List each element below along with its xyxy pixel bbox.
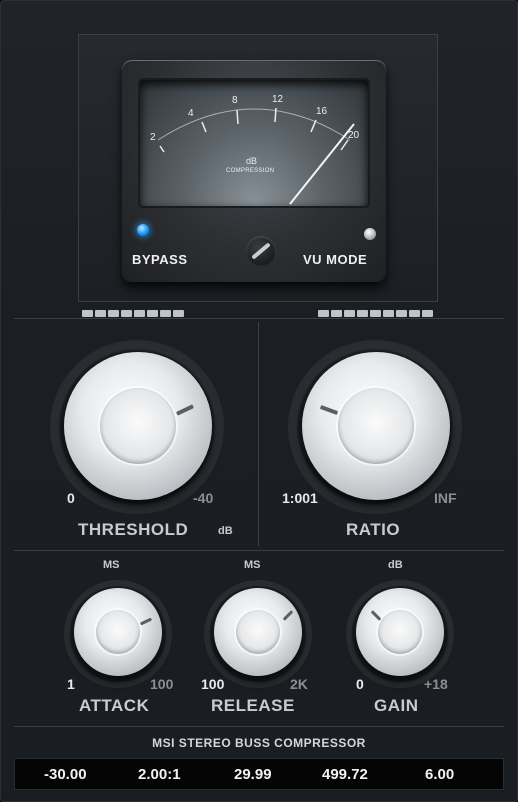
scale-label-16: 16 — [316, 106, 328, 117]
threshold-max-label: -40 — [193, 490, 214, 506]
gain-knob-cap — [378, 610, 422, 654]
meter-calibration-screw[interactable] — [246, 236, 276, 266]
release-max-label: 2K — [290, 676, 308, 692]
attack-min-label: 1 — [67, 676, 75, 692]
threshold-segment-indicator — [82, 310, 184, 317]
tick-12 — [274, 107, 277, 123]
scale-label-4: 4 — [188, 108, 194, 119]
scale-label-12: 12 — [272, 94, 284, 105]
tick-2 — [159, 145, 165, 153]
ratio-readout[interactable]: 2.00:1 — [138, 766, 181, 783]
threshold-title: THRESHOLD — [78, 520, 189, 539]
attack-unit: MS — [103, 559, 120, 571]
release-knob-pointer — [282, 610, 294, 621]
ratio-segment-indicator — [318, 310, 433, 317]
bypass-label[interactable]: BYPASS — [132, 252, 188, 267]
gain-min-label: 0 — [356, 676, 364, 692]
tick-16 — [310, 119, 317, 133]
gain-readout[interactable]: 6.00 — [425, 766, 454, 783]
divider-lower — [14, 550, 504, 551]
gain-knob-pointer — [370, 610, 382, 621]
divider-middle — [258, 322, 259, 546]
release-unit: MS — [244, 559, 261, 571]
attack-knob-pointer — [139, 617, 153, 626]
meter-unit: dB — [246, 156, 258, 166]
meter-caption: COMPRESSION — [226, 168, 275, 174]
gain-knob[interactable] — [356, 588, 444, 676]
vu-meter-face: 2 4 8 12 16 20 dB COMPRESSION — [140, 80, 368, 206]
ratio-knob[interactable] — [302, 352, 450, 500]
threshold-knob-pointer — [175, 404, 195, 416]
gain-title: GAIN — [374, 696, 419, 715]
release-knob-cap — [236, 610, 280, 654]
threshold-min-label: 0 — [67, 490, 75, 506]
release-title: RELEASE — [211, 696, 295, 715]
threshold-readout[interactable]: -30.00 — [44, 766, 87, 783]
bypass-led[interactable] — [137, 224, 149, 236]
release-knob[interactable] — [214, 588, 302, 676]
threshold-unit: dB — [218, 525, 233, 537]
tick-8 — [236, 109, 239, 125]
vu-mode-label[interactable]: VU MODE — [303, 252, 367, 267]
gain-unit: dB — [388, 559, 403, 571]
release-min-label: 100 — [201, 676, 225, 692]
threshold-knob[interactable] — [64, 352, 212, 500]
plugin-name: MSI STEREO BUSS COMPRESSOR — [152, 736, 366, 750]
attack-knob[interactable] — [74, 588, 162, 676]
threshold-knob-cap — [100, 388, 176, 464]
divider-bottom — [14, 726, 504, 727]
attack-title: ATTACK — [79, 696, 150, 715]
attack-knob-cap — [96, 610, 140, 654]
attack-readout[interactable]: 29.99 — [234, 766, 272, 783]
attack-max-label: 100 — [150, 676, 174, 692]
meter-needle — [289, 123, 355, 205]
scale-label-8: 8 — [232, 95, 238, 106]
ratio-title: RATIO — [346, 520, 401, 539]
scale-label-20: 20 — [348, 130, 360, 141]
scale-label-2: 2 — [150, 132, 156, 143]
release-readout[interactable]: 499.72 — [322, 766, 368, 783]
tick-4 — [201, 121, 207, 133]
ratio-max-label: INF — [434, 490, 457, 506]
gain-max-label: +18 — [424, 676, 448, 692]
vu-meter-scale — [157, 107, 355, 205]
ratio-min-label: 1:001 — [282, 490, 318, 506]
tick-20 — [340, 139, 349, 151]
ratio-knob-pointer — [319, 405, 339, 415]
vu-mode-led[interactable] — [364, 228, 376, 240]
ratio-knob-cap — [338, 388, 414, 464]
divider-top — [14, 318, 504, 319]
